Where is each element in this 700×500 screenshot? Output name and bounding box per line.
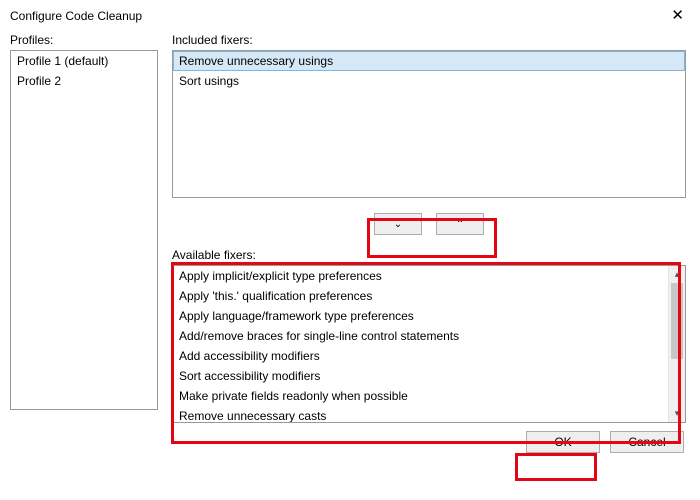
profiles-list[interactable]: Profile 1 (default) Profile 2 <box>10 50 158 410</box>
available-fixer-item[interactable]: Apply implicit/explicit type preferences <box>173 266 668 286</box>
profiles-column: Profiles: Profile 1 (default) Profile 2 <box>10 33 158 423</box>
chevron-down-icon: ⌄ <box>394 219 402 230</box>
available-fixers-block: Available fixers: Apply implicit/explici… <box>172 248 686 423</box>
profile-item[interactable]: Profile 1 (default) <box>11 51 157 71</box>
profiles-label: Profiles: <box>10 33 158 47</box>
arrow-button-row: ⌄ ⌃ <box>172 206 686 242</box>
available-fixer-item[interactable]: Apply language/framework type preference… <box>173 306 668 326</box>
available-fixer-item[interactable]: Add/remove braces for single-line contro… <box>173 326 668 346</box>
scroll-up-icon[interactable]: ▴ <box>669 266 685 283</box>
scroll-thumb[interactable] <box>671 283 683 359</box>
available-fixer-item[interactable]: Sort accessibility modifiers <box>173 366 668 386</box>
dialog-button-row: OK Cancel <box>0 423 700 453</box>
close-icon[interactable]: ✕ <box>665 6 690 25</box>
scroll-down-icon[interactable]: ▾ <box>669 405 685 422</box>
available-fixers-label: Available fixers: <box>172 248 686 262</box>
fixers-column: Included fixers: Remove unnecessary usin… <box>172 33 686 423</box>
highlight-ok <box>515 453 597 481</box>
titlebar: Configure Code Cleanup ✕ <box>0 0 700 29</box>
available-fixer-item[interactable]: Add accessibility modifiers <box>173 346 668 366</box>
included-fixer-item[interactable]: Remove unnecessary usings <box>173 51 685 71</box>
included-fixers-list[interactable]: Remove unnecessary usings Sort usings <box>172 50 686 198</box>
profile-item[interactable]: Profile 2 <box>11 71 157 91</box>
scrollbar[interactable]: ▴ ▾ <box>668 266 685 422</box>
move-down-button[interactable]: ⌄ <box>374 213 422 235</box>
included-fixers-label: Included fixers: <box>172 33 686 47</box>
included-fixer-item[interactable]: Sort usings <box>173 71 685 91</box>
dialog-body: Profiles: Profile 1 (default) Profile 2 … <box>0 29 700 423</box>
available-fixer-item[interactable]: Remove unnecessary casts <box>173 406 668 423</box>
available-fixer-item[interactable]: Make private fields readonly when possib… <box>173 386 668 406</box>
ok-button[interactable]: OK <box>526 431 600 453</box>
move-up-button[interactable]: ⌃ <box>436 213 484 235</box>
available-fixer-item[interactable]: Apply 'this.' qualification preferences <box>173 286 668 306</box>
available-fixers-list[interactable]: Apply implicit/explicit type preferences… <box>172 265 686 423</box>
chevron-up-icon: ⌃ <box>456 219 464 230</box>
window-title: Configure Code Cleanup <box>10 9 142 23</box>
cancel-button[interactable]: Cancel <box>610 431 684 453</box>
